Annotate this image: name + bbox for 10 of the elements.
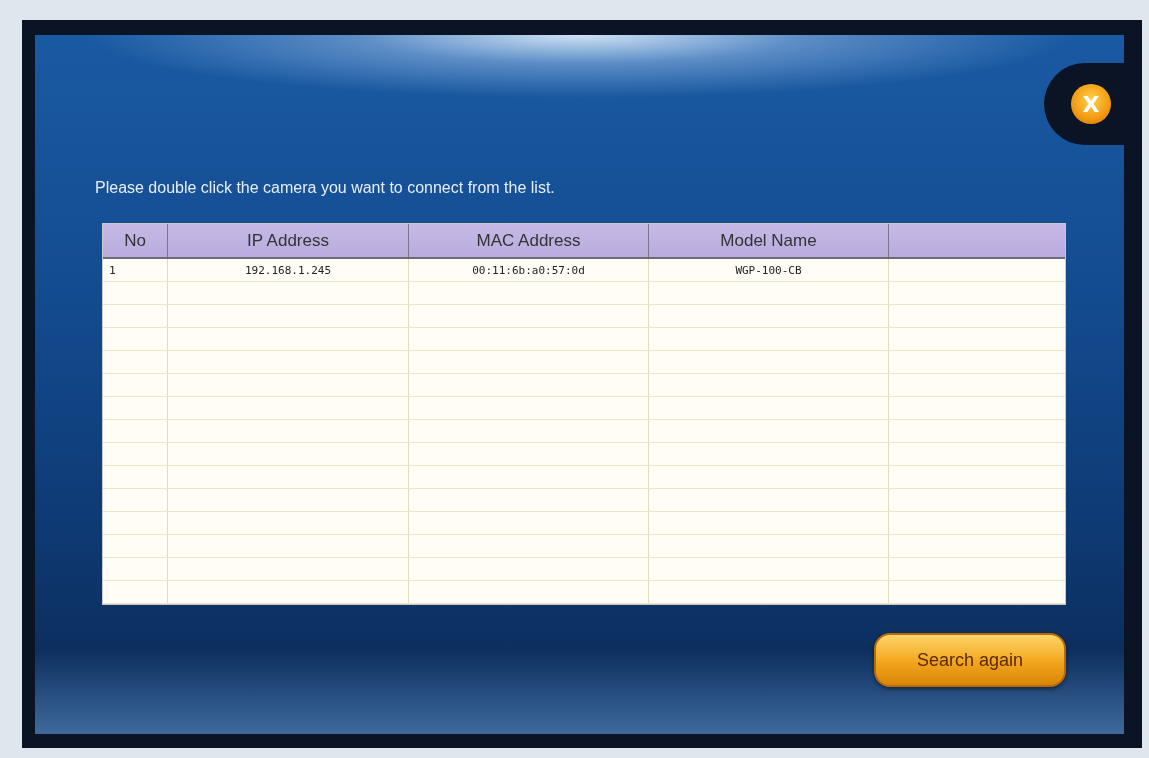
table-cell: 192.168.1.245 xyxy=(168,259,409,281)
instruction-text: Please double click the camera you want to connect from the list. xyxy=(95,179,556,197)
column-header: No xyxy=(103,224,168,257)
column-header: IP Address xyxy=(168,224,409,257)
table-cell: 00:11:6b:a0:57:0d xyxy=(409,259,649,281)
table-cell: WGP-100-CB xyxy=(649,259,889,281)
column-header: MAC Address xyxy=(409,224,649,257)
search-again-button[interactable]: Search again xyxy=(874,633,1066,687)
table-cell: 1 xyxy=(103,259,168,281)
column-header: Model Name xyxy=(649,224,889,257)
